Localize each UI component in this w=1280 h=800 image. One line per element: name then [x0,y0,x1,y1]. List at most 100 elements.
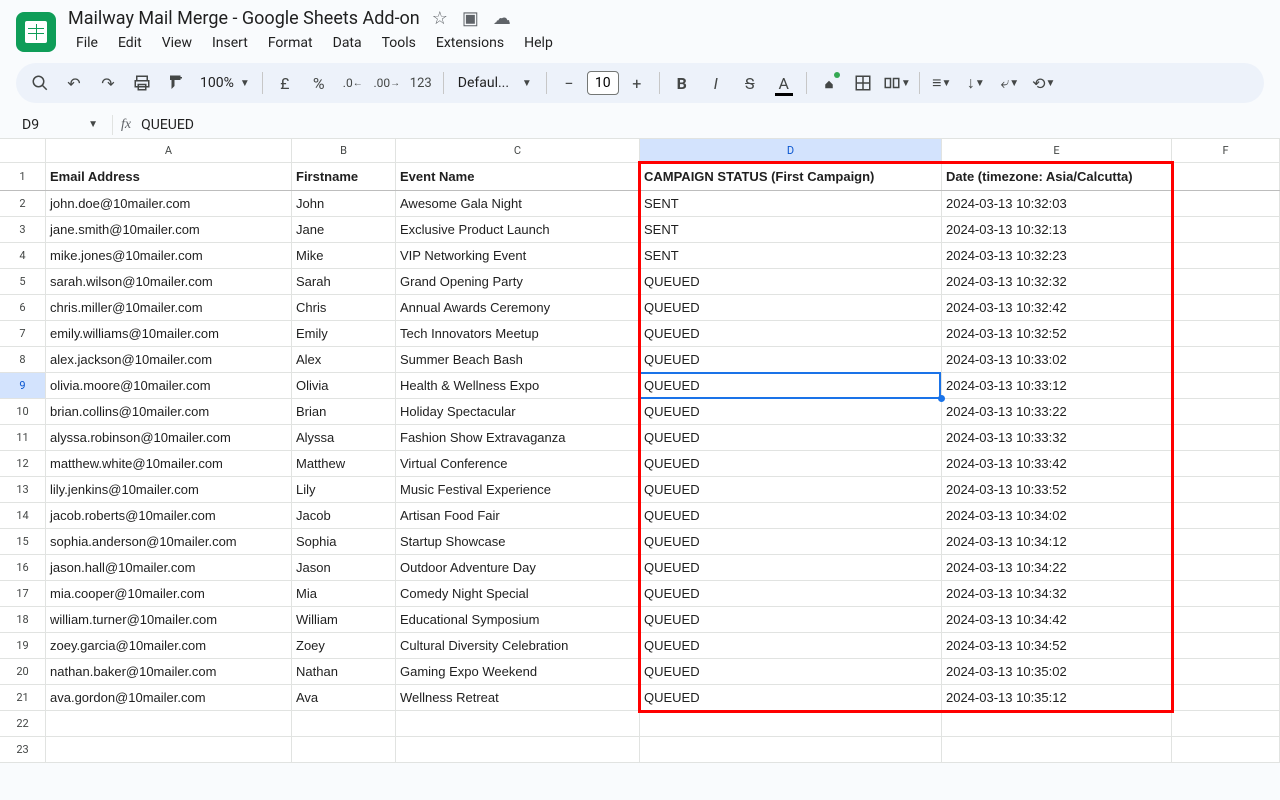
cell[interactable] [1172,555,1280,580]
cell[interactable]: Educational Symposium [396,607,640,632]
menu-format[interactable]: Format [260,31,321,55]
cell[interactable]: 2024-03-13 10:33:32 [942,425,1172,450]
menu-view[interactable]: View [154,31,200,55]
cell[interactable]: Sarah [292,269,396,294]
cell[interactable]: 2024-03-13 10:33:22 [942,399,1172,424]
undo-icon[interactable]: ↶ [58,67,90,99]
cell[interactable]: QUEUED [640,529,942,554]
cell[interactable]: emily.williams@10mailer.com [46,321,292,346]
cell[interactable] [942,737,1172,762]
italic-button[interactable]: I [700,67,732,99]
row-header[interactable]: 18 [0,607,46,632]
cell[interactable]: QUEUED [640,269,942,294]
cell[interactable] [1172,243,1280,268]
cell[interactable] [1172,477,1280,502]
borders-button[interactable] [847,67,879,99]
cell[interactable]: lily.jenkins@10mailer.com [46,477,292,502]
cell[interactable]: ava.gordon@10mailer.com [46,685,292,710]
fontsize-decrease-button[interactable]: − [553,67,585,99]
cell[interactable] [1172,529,1280,554]
cell[interactable]: Jane [292,217,396,242]
row-header[interactable]: 15 [0,529,46,554]
rotate-button[interactable]: ⟲▼ [1028,67,1060,99]
cell[interactable]: Chris [292,295,396,320]
cell[interactable] [1172,163,1280,190]
fontsize-input[interactable] [587,71,619,95]
cell[interactable]: jason.hall@10mailer.com [46,555,292,580]
col-header-f[interactable]: F [1172,139,1280,162]
cell[interactable]: Holiday Spectacular [396,399,640,424]
cell[interactable]: Outdoor Adventure Day [396,555,640,580]
cell[interactable]: chris.miller@10mailer.com [46,295,292,320]
cell[interactable] [1172,217,1280,242]
cell[interactable] [1172,295,1280,320]
cell[interactable] [640,711,942,736]
cell[interactable]: Virtual Conference [396,451,640,476]
fill-color-button[interactable] [813,67,845,99]
menu-help[interactable]: Help [516,31,561,55]
row-header[interactable]: 14 [0,503,46,528]
cell[interactable]: Health & Wellness Expo [396,373,640,398]
cell[interactable]: CAMPAIGN STATUS (First Campaign) [640,163,942,190]
col-header-d[interactable]: D [640,139,942,162]
cell[interactable]: Mia [292,581,396,606]
formula-bar[interactable]: QUEUED [141,117,1280,133]
cell[interactable]: 2024-03-13 10:33:42 [942,451,1172,476]
cell[interactable] [1172,659,1280,684]
cell[interactable]: SENT [640,191,942,216]
cell[interactable]: QUEUED [640,425,942,450]
cell[interactable]: Comedy Night Special [396,581,640,606]
cell[interactable]: Wellness Retreat [396,685,640,710]
currency-button[interactable]: £ [269,67,301,99]
cell[interactable]: 2024-03-13 10:33:12 [942,373,1172,398]
cell[interactable]: Emily [292,321,396,346]
col-header-c[interactable]: C [396,139,640,162]
star-icon[interactable]: ☆ [432,8,448,29]
horizontal-align-button[interactable]: ≡▼ [926,67,958,99]
doc-title[interactable]: Mailway Mail Merge - Google Sheets Add-o… [68,8,420,29]
sheets-logo[interactable] [16,12,56,52]
cell[interactable]: Gaming Expo Weekend [396,659,640,684]
cell[interactable]: Lily [292,477,396,502]
cell[interactable]: alex.jackson@10mailer.com [46,347,292,372]
cell[interactable]: Fashion Show Extravaganza [396,425,640,450]
cell[interactable]: SENT [640,217,942,242]
row-header[interactable]: 1 [0,163,46,190]
cell[interactable]: Olivia [292,373,396,398]
strikethrough-button[interactable]: S [734,67,766,99]
cell[interactable]: VIP Networking Event [396,243,640,268]
merge-button[interactable]: ▼ [881,67,913,99]
cell[interactable]: 2024-03-13 10:34:02 [942,503,1172,528]
select-all-corner[interactable] [0,139,46,162]
zoom-select[interactable]: 100%▼ [194,75,256,91]
row-header[interactable]: 9 [0,373,46,398]
cell[interactable]: SENT [640,243,942,268]
cell[interactable]: Grand Opening Party [396,269,640,294]
cell[interactable]: QUEUED [640,633,942,658]
text-color-button[interactable]: A [768,67,800,99]
cell[interactable]: jane.smith@10mailer.com [46,217,292,242]
row-header[interactable]: 20 [0,659,46,684]
col-header-b[interactable]: B [292,139,396,162]
cell[interactable]: 2024-03-13 10:35:02 [942,659,1172,684]
cell[interactable] [1172,347,1280,372]
cell[interactable]: 2024-03-13 10:34:22 [942,555,1172,580]
cell[interactable] [46,711,292,736]
cell[interactable] [1172,191,1280,216]
cell[interactable]: 2024-03-13 10:34:12 [942,529,1172,554]
cell[interactable]: nathan.baker@10mailer.com [46,659,292,684]
cell[interactable]: Awesome Gala Night [396,191,640,216]
row-header[interactable]: 22 [0,711,46,736]
row-header[interactable]: 8 [0,347,46,372]
row-header[interactable]: 11 [0,425,46,450]
cell[interactable]: john.doe@10mailer.com [46,191,292,216]
menu-insert[interactable]: Insert [204,31,256,55]
cell[interactable] [1172,633,1280,658]
cell[interactable] [1172,269,1280,294]
print-icon[interactable] [126,67,158,99]
cell[interactable]: william.turner@10mailer.com [46,607,292,632]
cell[interactable]: Event Name [396,163,640,190]
search-icon[interactable] [24,67,56,99]
cell[interactable]: Summer Beach Bash [396,347,640,372]
cell[interactable]: Startup Showcase [396,529,640,554]
